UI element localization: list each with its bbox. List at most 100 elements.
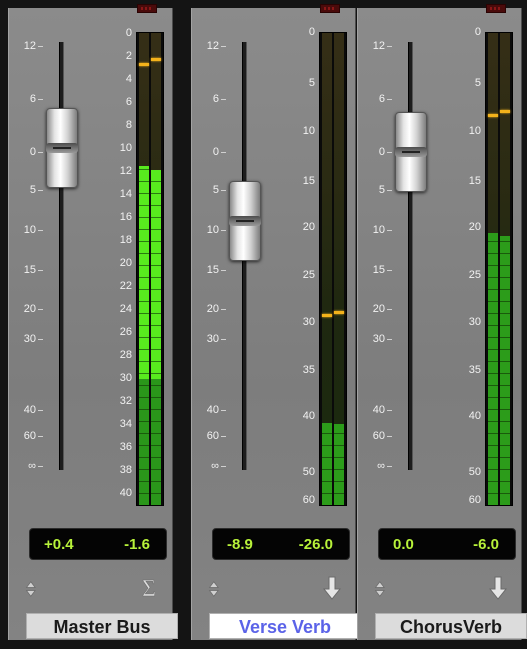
meter-left-channel	[488, 33, 498, 505]
meter-scale-label: 5	[308, 77, 315, 89]
fader-scale-tick	[387, 339, 392, 340]
peak-readout[interactable]: -6.0	[473, 536, 499, 553]
fader-scale-tick	[221, 190, 226, 191]
level-readout: -8.9 -26.0	[212, 528, 350, 560]
meter-scale-label: 40	[468, 410, 481, 422]
channel-name[interactable]: Master Bus	[26, 613, 178, 639]
meter-scale-label: 0	[474, 26, 481, 38]
fader-scale-label: 60	[23, 430, 36, 442]
fader-scale-tick	[38, 309, 43, 310]
channel-name[interactable]: Verse Verb	[209, 613, 361, 639]
volume-fader[interactable]	[229, 181, 261, 262]
fader-scale-label: 12	[372, 40, 385, 52]
fader-scale-label: 20	[23, 303, 36, 315]
fader-scale-label: 15	[23, 264, 36, 276]
clip-indicator[interactable]	[486, 4, 506, 13]
meter-scale-label: 35	[302, 364, 315, 376]
fader-scale-tick	[387, 309, 392, 310]
meter-scale-label: 2	[125, 50, 132, 62]
fader-track	[59, 42, 64, 470]
fader-scale-tick	[387, 436, 392, 437]
peak-hold-marker	[322, 314, 332, 318]
fader-scale-tick	[38, 230, 43, 231]
meter-left-channel	[322, 33, 332, 505]
level-readout: 0.0 -6.0	[378, 528, 516, 560]
level-meter	[485, 32, 513, 506]
fader-track	[408, 42, 413, 470]
svg-text:Σ: Σ	[142, 576, 156, 601]
fader-scale-label: 20	[206, 303, 219, 315]
meter-scale-label: 4	[125, 73, 132, 85]
fader-scale-tick	[38, 152, 43, 153]
meter-scale-label: 18	[119, 234, 132, 246]
sigma-icon[interactable]: Σ	[138, 575, 160, 601]
fader-scale-label: 60	[372, 430, 385, 442]
fader-scale-label: ∞	[28, 460, 36, 472]
fader-scale-tick	[221, 309, 226, 310]
fader-scale-label: 6	[378, 93, 385, 105]
meter-scale-label: 40	[302, 410, 315, 422]
meter-scale-label: 10	[119, 142, 132, 154]
meter-level-fill-lower	[151, 378, 161, 505]
meter-scale-label: 30	[468, 316, 481, 328]
channel-name[interactable]: ChorusVerb	[375, 613, 527, 639]
arrow-down-icon[interactable]	[487, 575, 509, 601]
fader-scale-tick	[38, 46, 43, 47]
volume-fader[interactable]	[395, 112, 427, 192]
meter-scale-label: 20	[302, 221, 315, 233]
meter-scale-label: 50	[468, 466, 481, 478]
meter-scale-label: 34	[119, 418, 132, 430]
meter-level-fill	[488, 232, 498, 505]
meter-scale-label: 32	[119, 395, 132, 407]
meter-scale-label: 20	[468, 221, 481, 233]
fader-scale-tick	[38, 410, 43, 411]
meter-scale-label: 0	[308, 26, 315, 38]
meter-scale-label: 28	[119, 349, 132, 361]
meter-scale-label: 50	[302, 466, 315, 478]
fader-scale-label: 5	[29, 184, 36, 196]
updown-icon[interactable]	[208, 576, 224, 602]
fader-scale-tick	[387, 410, 392, 411]
volume-fader[interactable]	[46, 108, 78, 189]
fader-scale-label: 10	[206, 224, 219, 236]
meter-scale-label: 5	[474, 77, 481, 89]
fader-scale-tick	[38, 436, 43, 437]
peak-hold-marker	[500, 109, 510, 113]
fader-scale-label: 5	[212, 184, 219, 196]
volume-readout[interactable]: +0.4	[44, 536, 74, 553]
fader-scale-label: 0	[29, 146, 36, 158]
fader-scale-tick	[38, 466, 43, 467]
peak-hold-marker	[151, 58, 161, 62]
peak-hold-marker	[139, 62, 149, 66]
fader-scale-tick	[221, 99, 226, 100]
fader-scale-label: 40	[372, 404, 385, 416]
meter-scale-label: 25	[468, 269, 481, 281]
fader-scale-tick	[387, 270, 392, 271]
fader-scale-label: 60	[206, 430, 219, 442]
meter-scale-label: 60	[468, 494, 481, 506]
fader-scale-label: 6	[29, 93, 36, 105]
clip-indicator[interactable]	[137, 4, 157, 13]
fader-scale-tick	[221, 46, 226, 47]
arrow-down-icon[interactable]	[321, 575, 343, 601]
fader-scale-tick	[221, 230, 226, 231]
fader-scale-label: 20	[372, 303, 385, 315]
fader-scale-tick	[221, 436, 226, 437]
volume-readout[interactable]: -8.9	[227, 536, 253, 553]
fader-scale-tick	[387, 190, 392, 191]
updown-icon[interactable]	[374, 576, 390, 602]
clip-indicator[interactable]	[320, 4, 340, 13]
fader-scale-tick	[38, 99, 43, 100]
fader-scale-tick	[387, 152, 392, 153]
meter-scale-label: 40	[119, 487, 132, 499]
peak-readout[interactable]: -26.0	[299, 536, 333, 553]
meter-scale-label: 10	[302, 125, 315, 137]
fader-scale-label: 15	[372, 264, 385, 276]
updown-icon[interactable]	[25, 576, 41, 602]
peak-readout[interactable]: -1.6	[124, 536, 150, 553]
volume-readout[interactable]: 0.0	[393, 536, 414, 553]
level-meter	[319, 32, 347, 506]
meter-level-fill	[139, 166, 149, 505]
meter-scale-label: 30	[302, 316, 315, 328]
fader-scale-label: 10	[372, 224, 385, 236]
